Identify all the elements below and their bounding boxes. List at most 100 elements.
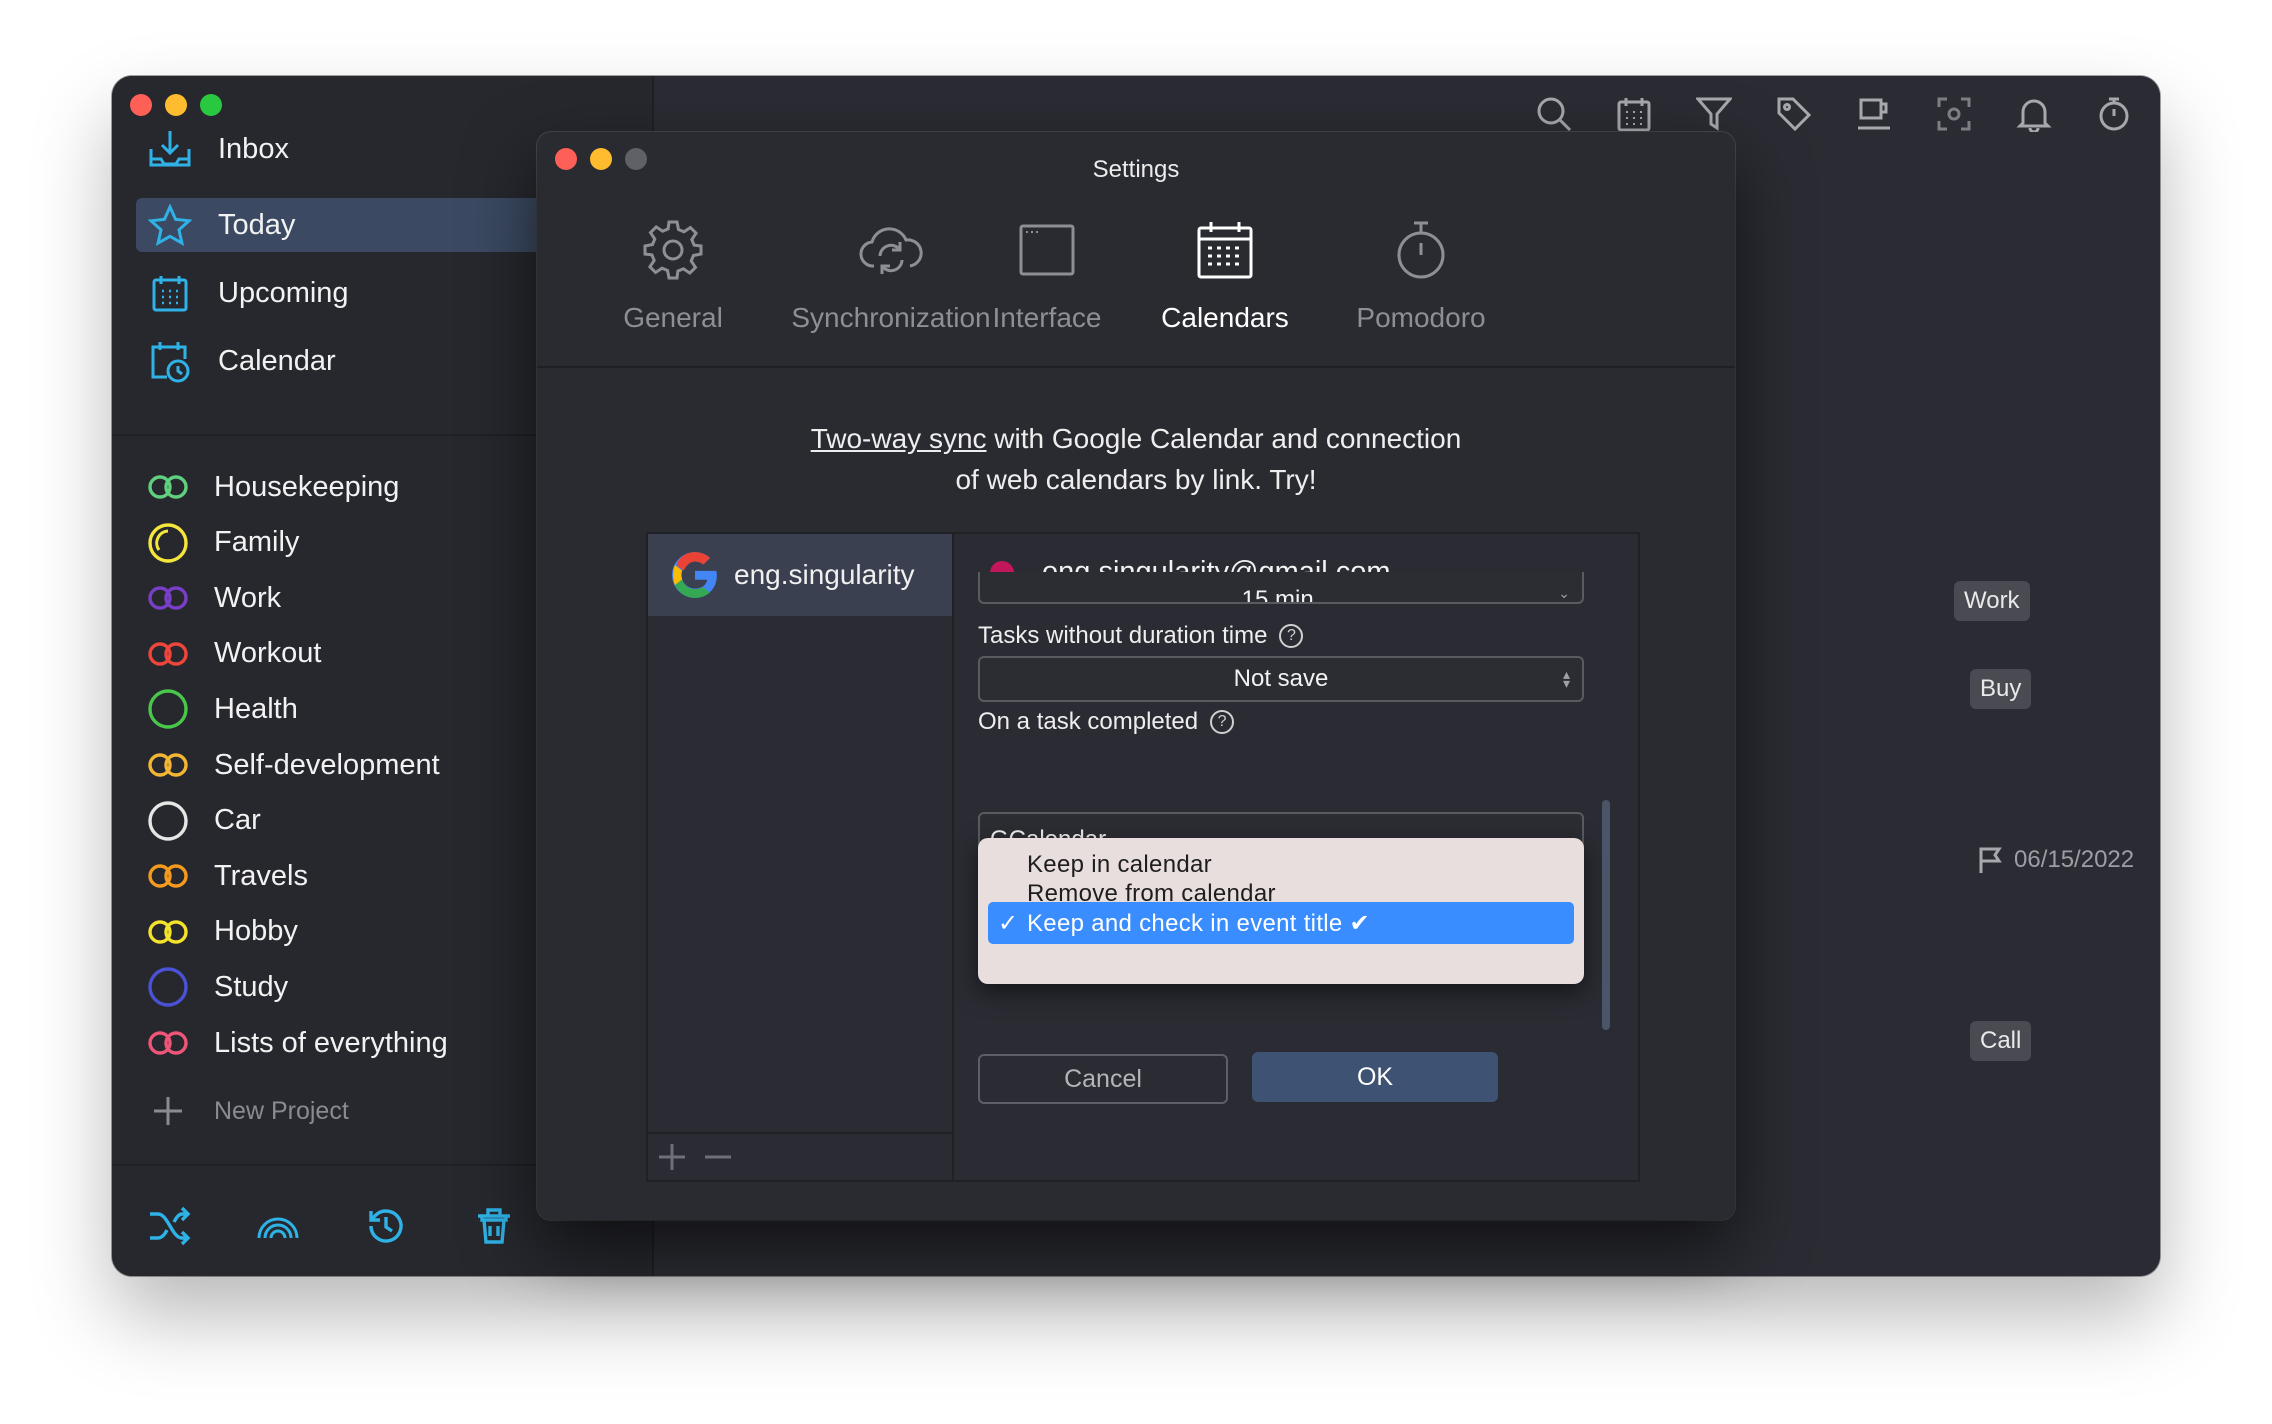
duration-select[interactable]: Not save ▴ ▾ xyxy=(978,656,1584,702)
history-icon[interactable] xyxy=(362,1202,410,1250)
menu-option-keep-and-check[interactable]: ✓ Keep and check in event title ✔ xyxy=(988,902,1574,944)
new-project-label: New Project xyxy=(214,1096,349,1125)
project-label: Self-development xyxy=(214,748,440,781)
reminder-select-value: 15 min. xyxy=(1241,586,1321,604)
calendars-panel: eng.singularity eng.singularity@gmail.co… xyxy=(646,532,1640,1182)
help-icon[interactable]: ? xyxy=(1210,710,1235,734)
infinity-icon xyxy=(146,910,190,954)
add-account-button[interactable] xyxy=(658,1143,686,1171)
tag-buy[interactable]: Buy xyxy=(1970,669,2032,709)
tag-call[interactable]: Call xyxy=(1970,1021,2032,1061)
promo-line2: of web calendars by link. Try! xyxy=(955,464,1317,495)
checkmark-icon: ✓ xyxy=(998,909,1019,937)
shuffle-icon[interactable] xyxy=(146,1202,194,1250)
close-window-button[interactable] xyxy=(130,94,152,116)
window-controls xyxy=(130,94,222,116)
calendar-grid-icon xyxy=(146,269,194,317)
trash-icon[interactable] xyxy=(470,1202,518,1250)
plus-icon xyxy=(146,1089,190,1133)
project-item[interactable]: Family xyxy=(146,520,299,566)
circle-icon xyxy=(146,687,190,731)
due-date-text: 06/15/2022 xyxy=(2014,846,2135,873)
project-item[interactable]: Car xyxy=(146,798,261,844)
detail-scrollbar[interactable] xyxy=(1602,800,1610,1030)
help-icon[interactable]: ? xyxy=(1279,624,1304,648)
completed-label: On a task completed ? xyxy=(978,708,1235,736)
project-label: Health xyxy=(214,692,298,725)
infinity-icon xyxy=(146,743,190,787)
minimize-window-button[interactable] xyxy=(165,94,187,116)
dialog-title: Settings xyxy=(1092,156,1180,183)
reminder-select-partial[interactable]: 15 min. ⌄ xyxy=(978,572,1584,604)
infinity-icon xyxy=(146,1021,190,1065)
stopwatch-icon xyxy=(1311,212,1531,288)
project-label: Hobby xyxy=(214,915,298,948)
promo-line1: with Google Calendar and connection xyxy=(986,423,1462,454)
project-label: Car xyxy=(214,804,261,837)
project-label: Lists of everything xyxy=(214,1026,448,1059)
project-item[interactable]: Travels xyxy=(146,853,308,899)
infinity-icon xyxy=(146,465,190,509)
project-item[interactable]: Self-development xyxy=(146,742,440,788)
nav-label: Inbox xyxy=(218,132,289,165)
option-label: Keep and check in event title ✔ xyxy=(1027,909,1370,937)
bell-icon[interactable] xyxy=(2012,92,2056,136)
completed-label-text: On a task completed xyxy=(978,708,1199,735)
project-item[interactable]: Hobby xyxy=(146,909,298,955)
search-icon[interactable] xyxy=(1532,92,1576,136)
project-item[interactable]: Workout xyxy=(146,631,321,677)
tab-pomodoro[interactable]: Pomodoro xyxy=(1311,212,1531,334)
project-item[interactable]: Lists of everything xyxy=(146,1020,448,1066)
remove-account-button[interactable] xyxy=(704,1143,732,1171)
focus-icon[interactable] xyxy=(1932,92,1976,136)
two-way-sync-link[interactable]: Two-way sync xyxy=(811,423,987,454)
project-label: Family xyxy=(214,526,300,559)
project-label: Workout xyxy=(214,637,322,670)
google-icon xyxy=(672,552,717,598)
due-date[interactable]: 06/15/2022 xyxy=(1978,846,2134,874)
timer-icon[interactable] xyxy=(2092,92,2136,136)
coffee-icon[interactable] xyxy=(1852,92,1896,136)
account-name: eng.singularity xyxy=(734,559,915,590)
tag-work[interactable]: Work xyxy=(1954,581,2030,621)
tag-icon[interactable] xyxy=(1772,92,1816,136)
account-item[interactable]: eng.singularity xyxy=(648,534,952,616)
tab-label: Pomodoro xyxy=(1356,302,1486,333)
account-list-footer xyxy=(648,1132,952,1180)
rainbow-icon[interactable] xyxy=(254,1202,302,1250)
duration-label: Tasks without duration time ? xyxy=(978,622,1304,650)
project-item[interactable]: Housekeeping xyxy=(146,464,399,510)
account-list: eng.singularity xyxy=(648,534,954,1180)
tab-general[interactable]: General xyxy=(563,212,783,334)
new-project-button[interactable]: New Project xyxy=(146,1088,349,1134)
project-label: Housekeeping xyxy=(214,470,400,503)
updown-chevron-icon: ▴ ▾ xyxy=(1562,666,1570,691)
duration-label-text: Tasks without duration time xyxy=(978,622,1268,649)
project-item[interactable]: Work xyxy=(146,575,281,621)
calendar-clock-icon xyxy=(146,337,194,385)
dialog-header-divider xyxy=(537,366,1735,368)
filter-icon[interactable] xyxy=(1692,92,1736,136)
project-label: Study xyxy=(214,970,289,1003)
nav-label: Today xyxy=(218,208,296,241)
tab-label: Calendars xyxy=(1161,302,1289,333)
flag-icon xyxy=(1979,847,2002,873)
inbox-icon xyxy=(146,125,194,173)
account-detail: eng.singularity@gmail.com 15 min. ⌄ Task… xyxy=(954,534,1638,1180)
star-icon xyxy=(146,201,194,249)
cancel-button[interactable]: Cancel xyxy=(978,1054,1228,1104)
gear-icon xyxy=(563,212,783,288)
duration-select-value: Not save xyxy=(1233,665,1329,692)
circle-icon xyxy=(146,965,190,1009)
ok-button[interactable]: OK xyxy=(1252,1052,1498,1102)
calendar-icon[interactable] xyxy=(1612,92,1656,136)
tab-calendars[interactable]: Calendars xyxy=(1115,212,1335,334)
infinity-icon xyxy=(146,854,190,898)
project-item[interactable]: Study xyxy=(146,964,288,1010)
zoom-window-button[interactable] xyxy=(200,94,222,116)
tab-label: General xyxy=(623,302,723,333)
nav-label: Upcoming xyxy=(218,276,349,309)
sync-promo: Two-way sync with Google Calendar and co… xyxy=(537,418,1735,500)
infinity-icon xyxy=(146,632,190,676)
project-item[interactable]: Health xyxy=(146,686,298,732)
